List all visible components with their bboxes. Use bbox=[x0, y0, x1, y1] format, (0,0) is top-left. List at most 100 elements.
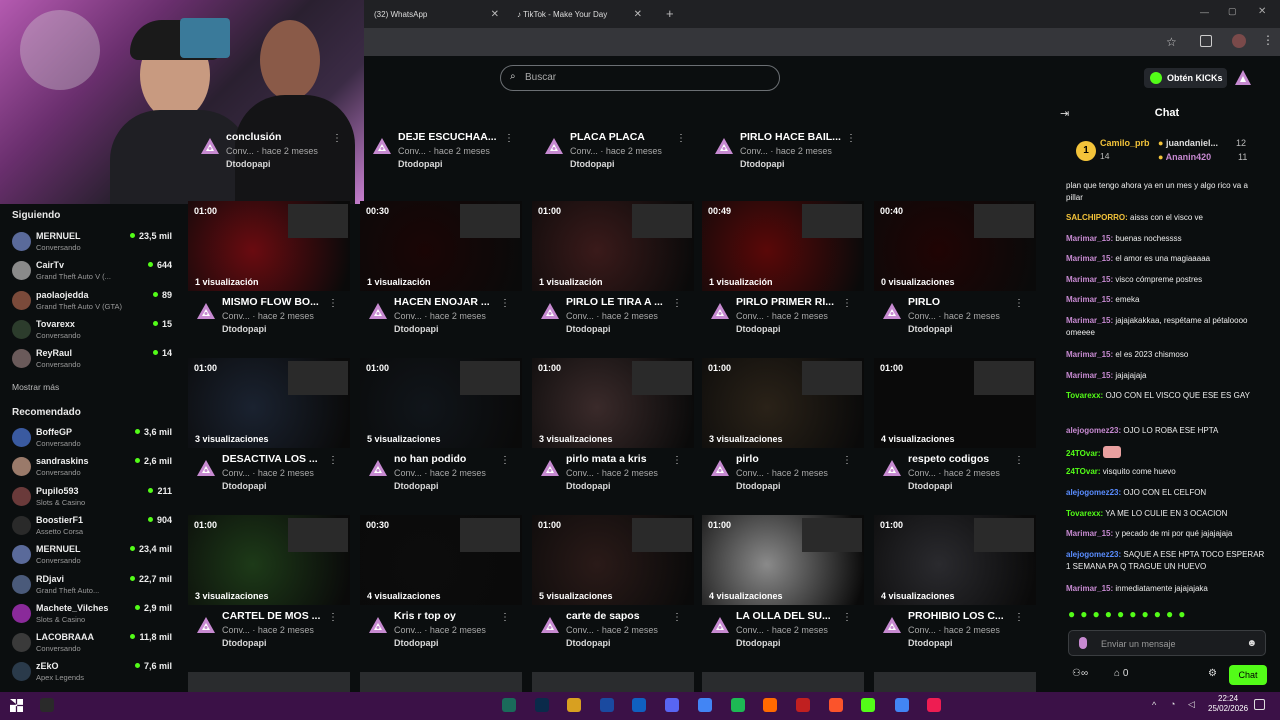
video-card[interactable]: 01:00 3 visualizaciones DESACTIVA LOS ... C… bbox=[188, 358, 350, 508]
channel-name[interactable]: Dtodopapi bbox=[226, 159, 271, 169]
chat-username[interactable]: Tovarexx: bbox=[1066, 391, 1103, 400]
close-tab-icon[interactable]: ✕ bbox=[634, 9, 642, 20]
chat-username[interactable]: Marimar_15: bbox=[1066, 275, 1113, 284]
chat-username[interactable]: Marimar_15: bbox=[1066, 529, 1113, 538]
video-title[interactable]: MISMO FLOW BO... bbox=[222, 296, 332, 308]
video-title[interactable]: CARTEL DE MOS ... bbox=[222, 610, 332, 622]
search-icon[interactable] bbox=[40, 698, 54, 712]
more-options-icon[interactable]: ⋮ bbox=[328, 455, 338, 466]
chat-send-button[interactable]: Chat bbox=[1229, 665, 1267, 685]
video-card[interactable]: 01:00 4 visualizaciones respeto codigos Con… bbox=[874, 358, 1036, 508]
show-more-link[interactable]: Mostrar más bbox=[12, 382, 59, 392]
chat-username[interactable]: Tovarexx: bbox=[1066, 509, 1103, 518]
outlook-icon[interactable] bbox=[632, 698, 646, 712]
more-options-icon[interactable]: ⋮ bbox=[842, 612, 852, 623]
chat-username[interactable]: Marimar_15: bbox=[1066, 234, 1113, 243]
channel-name[interactable]: Dtodopapi bbox=[736, 638, 781, 648]
channel-name[interactable]: Dtodopapi bbox=[398, 159, 443, 169]
sidebar-channel[interactable]: BoostierF1 Assetto Corsa 904 bbox=[12, 514, 172, 542]
video-title[interactable]: PLACA PLACA bbox=[570, 131, 680, 143]
video-title[interactable]: DEJE ESCUCHAA... bbox=[398, 131, 508, 143]
video-title[interactable]: PIRLO LE TIRA A ... bbox=[566, 296, 676, 308]
channel-name[interactable]: Dtodopapi bbox=[908, 324, 953, 334]
more-options-icon[interactable]: ⋮ bbox=[500, 298, 510, 309]
points-display[interactable]: ⌂ 0 bbox=[1114, 668, 1128, 679]
video-thumbnail[interactable]: 01:00 5 visualizaciones bbox=[360, 358, 522, 448]
video-title[interactable]: PIRLO bbox=[908, 296, 1018, 308]
user-avatar[interactable] bbox=[1233, 68, 1253, 88]
video-title[interactable]: carte de sapos bbox=[566, 610, 676, 622]
video-card[interactable]: 01:00 1 visualización MISMO FLOW BO... Conv… bbox=[188, 201, 350, 351]
video-thumbnail[interactable]: 01:00 4 visualizaciones bbox=[702, 515, 864, 605]
more-options-icon[interactable]: ⋮ bbox=[500, 455, 510, 466]
video-card[interactable]: 00:49 1 visualización PIRLO PRIMER RI... Co… bbox=[702, 201, 864, 351]
sidebar-channel[interactable]: BoffeGP Conversando 3,6 mil bbox=[12, 426, 172, 454]
tab-tiktok[interactable]: ♪ TikTok - Make Your Day ✕ bbox=[507, 4, 650, 28]
spotify-icon[interactable] bbox=[731, 698, 745, 712]
chrome-icon[interactable] bbox=[698, 698, 712, 712]
more-options-icon[interactable]: ⋮ bbox=[328, 612, 338, 623]
video-thumbnail[interactable]: 00:30 1 visualización bbox=[360, 201, 522, 291]
chat-username[interactable]: Marimar_15: bbox=[1066, 371, 1113, 380]
get-kicks-button[interactable]: Obtén KICKs bbox=[1144, 68, 1227, 88]
clock[interactable]: 22:24 25/02/2026 bbox=[1208, 694, 1248, 714]
more-options-icon[interactable]: ⋮ bbox=[846, 133, 856, 144]
video-card[interactable]: 01:00 5 visualizaciones no han podido Conv.… bbox=[360, 358, 522, 508]
terminal-icon[interactable] bbox=[502, 698, 516, 712]
video-card[interactable]: PLACA PLACA Conv... · hace 2 meses Dtodopa… bbox=[536, 128, 698, 186]
video-thumbnail[interactable]: 01:00 4 visualizaciones bbox=[874, 358, 1036, 448]
video-thumbnail-placeholder[interactable] bbox=[874, 672, 1036, 692]
channel-name[interactable]: Dtodopapi bbox=[222, 324, 267, 334]
calculator-icon[interactable] bbox=[600, 698, 614, 712]
leader-name[interactable]: ● juandaniel... bbox=[1158, 138, 1218, 148]
video-thumbnail[interactable]: 01:00 5 visualizaciones bbox=[532, 515, 694, 605]
video-thumbnail[interactable]: 01:00 3 visualizaciones bbox=[188, 358, 350, 448]
sidebar-channel[interactable]: MERNUEL Conversando 23,5 mil bbox=[12, 230, 172, 258]
video-card[interactable]: DEJE ESCUCHAA... Conv... · hace 2 meses Dt… bbox=[364, 128, 526, 186]
video-thumbnail-placeholder[interactable] bbox=[702, 672, 864, 692]
sidebar-channel[interactable]: paolaojedda Grand Theft Auto V (GTA) 89 bbox=[12, 289, 172, 317]
more-options-icon[interactable]: ⋮ bbox=[672, 455, 682, 466]
video-title[interactable]: pirlo bbox=[736, 453, 846, 465]
video-thumbnail[interactable]: 00:40 0 visualizaciones bbox=[874, 201, 1036, 291]
emoji-icon[interactable]: ☻ bbox=[1246, 638, 1257, 649]
tiktok-icon[interactable] bbox=[927, 698, 941, 712]
chat-username[interactable]: Marimar_15: bbox=[1066, 350, 1113, 359]
more-options-icon[interactable]: ⋮ bbox=[1014, 612, 1024, 623]
video-thumbnail[interactable]: 01:00 1 visualización bbox=[188, 201, 350, 291]
new-tab-button[interactable]: + bbox=[666, 6, 674, 21]
video-card[interactable]: 01:00 4 visualizaciones PROHIBIO LOS C... C… bbox=[874, 515, 1036, 665]
channel-name[interactable]: Dtodopapi bbox=[566, 638, 611, 648]
channel-name[interactable]: Dtodopapi bbox=[570, 159, 615, 169]
video-title[interactable]: DESACTIVA LOS ... bbox=[222, 453, 332, 465]
more-options-icon[interactable]: ⋮ bbox=[676, 133, 686, 144]
video-card[interactable]: 01:00 5 visualizaciones carte de sapos Conv… bbox=[532, 515, 694, 665]
more-options-icon[interactable]: ⋮ bbox=[1014, 298, 1024, 309]
discord-icon[interactable] bbox=[665, 698, 679, 712]
leader-name[interactable]: ● Ananin420 bbox=[1158, 152, 1211, 162]
chat-settings-icon[interactable]: ⚙ bbox=[1208, 668, 1217, 679]
video-card[interactable]: 01:00 4 visualizaciones LA OLLA DEL SU... C… bbox=[702, 515, 864, 665]
extensions-icon[interactable] bbox=[1200, 35, 1212, 47]
video-thumbnail[interactable]: 00:30 4 visualizaciones bbox=[360, 515, 522, 605]
more-options-icon[interactable]: ⋮ bbox=[1014, 455, 1024, 466]
channel-name[interactable]: Dtodopapi bbox=[736, 481, 781, 491]
video-card[interactable]: 01:00 3 visualizaciones pirlo mata a kris C… bbox=[532, 358, 694, 508]
sidebar-channel[interactable]: CairTv Grand Theft Auto V (... 644 bbox=[12, 259, 172, 287]
minimize-icon[interactable]: — bbox=[1200, 7, 1209, 17]
video-thumbnail-placeholder[interactable] bbox=[188, 672, 350, 692]
emote-bar[interactable]: ●●●●●●●●●● bbox=[1068, 607, 1266, 625]
video-card[interactable]: 01:00 3 visualizaciones CARTEL DE MOS ... C… bbox=[188, 515, 350, 665]
brave-icon[interactable] bbox=[829, 698, 843, 712]
sidebar-channel[interactable]: Machete_Vilches Slots & Casino 2,9 mil bbox=[12, 602, 172, 630]
video-card[interactable]: conclusión Conv... · hace 2 meses Dtodopap… bbox=[192, 128, 354, 186]
video-title[interactable]: PIRLO HACE BAIL... bbox=[740, 131, 850, 143]
video-thumbnail[interactable]: 00:49 1 visualización bbox=[702, 201, 864, 291]
video-card[interactable]: 01:00 1 visualización PIRLO LE TIRA A ... C… bbox=[532, 201, 694, 351]
video-title[interactable]: respeto codigos bbox=[908, 453, 1018, 465]
wifi-icon[interactable]: ◔ bbox=[1170, 699, 1175, 709]
chat-username[interactable]: SALCHIPORRO: bbox=[1066, 213, 1128, 222]
file-explorer-icon[interactable] bbox=[567, 698, 581, 712]
close-tab-icon[interactable]: ✕ bbox=[491, 9, 499, 20]
chat-username[interactable]: Marimar_15: bbox=[1066, 584, 1113, 593]
